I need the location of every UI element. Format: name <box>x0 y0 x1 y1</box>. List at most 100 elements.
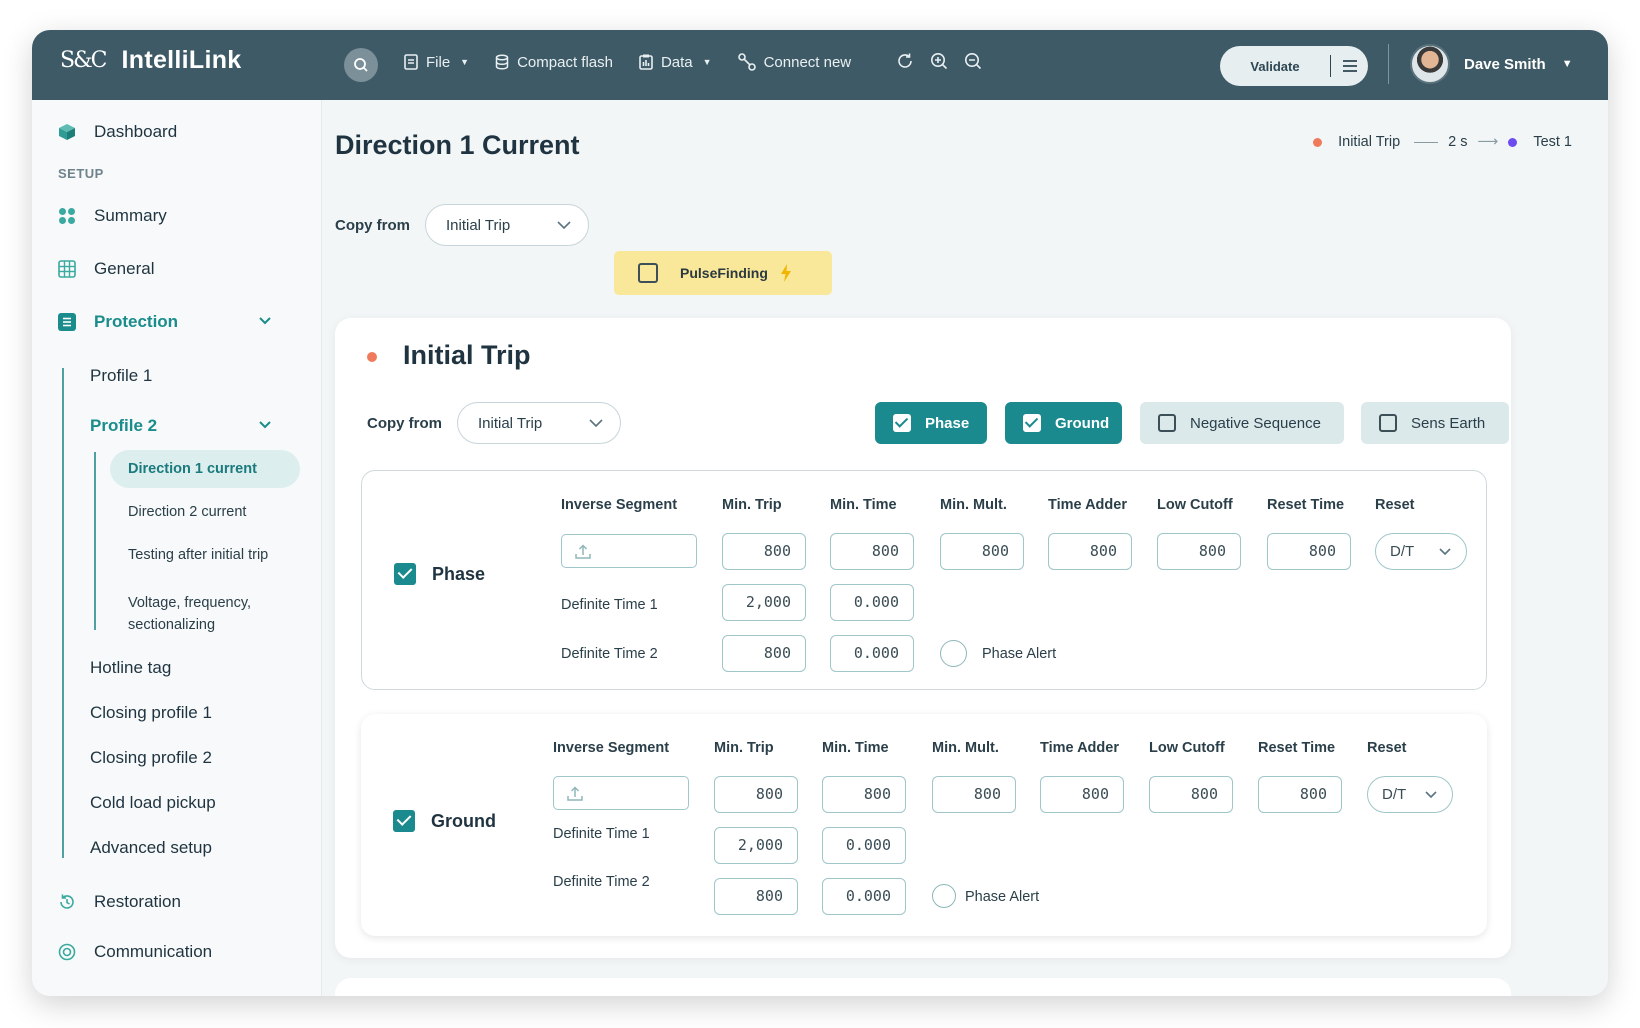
tree-line <box>62 368 64 858</box>
reset-time-input[interactable]: 800 <box>1267 533 1351 570</box>
phase-section[interactable]: Phase <box>394 563 485 585</box>
zoom-out-icon[interactable] <box>964 52 982 70</box>
sidebar-item-closing-profile-1[interactable]: Closing profile 1 <box>90 703 212 723</box>
toggle-phase-label: Phase <box>925 414 970 432</box>
low-cutoff-input[interactable]: 800 <box>1157 533 1241 570</box>
reset-time-input[interactable]: 800 <box>1258 776 1342 813</box>
reset-select[interactable]: D/T <box>1367 776 1453 813</box>
column-header: Min. Time <box>830 497 897 513</box>
search-button[interactable] <box>344 48 378 82</box>
sidebar-subitem-voltage-frequency[interactable]: Voltage, frequency, sectionalizing <box>128 592 251 636</box>
list-icon <box>58 313 76 331</box>
checkbox-checked[interactable] <box>393 810 415 832</box>
definite-time-2-time-input[interactable]: 0.000 <box>822 878 906 915</box>
min-time-input[interactable]: 800 <box>822 776 906 813</box>
arrow-right-icon: ⟶ <box>1477 134 1499 150</box>
sidebar-item-summary[interactable]: Summary <box>58 206 167 226</box>
sidebar-item-label: Communication <box>94 942 213 961</box>
toggle-negative-sequence[interactable]: Negative Sequence <box>1140 402 1344 444</box>
logo[interactable]: S&C IntelliLink <box>60 46 241 75</box>
ground-section[interactable]: Ground <box>393 810 496 832</box>
min-trip-input[interactable]: 800 <box>722 533 806 570</box>
sidebar-item-label: Dashboard <box>94 122 178 141</box>
menu-compact-flash-label: Compact flash <box>517 53 613 71</box>
low-cutoff-input[interactable]: 800 <box>1149 776 1233 813</box>
menu-data[interactable]: Data ▼ <box>639 54 712 71</box>
menu-icon[interactable] <box>1331 60 1368 72</box>
sidebar-subitem-label-line-1: Voltage, frequency, <box>128 595 252 611</box>
sidebar-item-general[interactable]: General <box>58 259 154 279</box>
min-trip-input[interactable]: 800 <box>714 776 798 813</box>
copy-from-select[interactable]: Initial Trip <box>425 204 589 246</box>
checkbox-checked <box>893 414 911 432</box>
zoom-in-icon[interactable] <box>930 52 948 70</box>
definite-time-1-label: Definite Time 1 <box>561 597 658 613</box>
sidebar-subitem-testing-after-initial-trip[interactable]: Testing after initial trip <box>128 547 268 563</box>
chevron-down-icon <box>1425 791 1437 799</box>
min-mult-input[interactable]: 800 <box>932 776 1016 813</box>
main-menu: File ▼ Compact flash Data ▼ Connect new <box>404 53 851 71</box>
sidebar-subitem-label-line-2: sectionalizing <box>128 617 216 633</box>
definite-time-1-trip-input[interactable]: 2,000 <box>714 827 798 864</box>
toggle-sens-earth[interactable]: Sens Earth <box>1361 402 1509 444</box>
toggle-phase[interactable]: Phase <box>875 402 987 444</box>
sidebar-item-profile-2[interactable]: Profile 2 <box>90 416 157 436</box>
menu-connect-new-label: Connect new <box>763 53 852 71</box>
definite-time-1-time-input[interactable]: 0.000 <box>822 827 906 864</box>
search-icon <box>354 58 368 72</box>
timeline-from: Initial Trip <box>1338 134 1401 150</box>
menu-file[interactable]: File ▼ <box>404 54 469 71</box>
sidebar-item-label: Hotline tag <box>90 658 172 677</box>
column-header: Inverse Segment <box>561 497 678 513</box>
sidebar-item-profile-1[interactable]: Profile 1 <box>90 366 152 386</box>
inverse-segment-upload[interactable] <box>561 534 697 568</box>
phase-alert-label: Phase Alert <box>965 889 1040 905</box>
toggle-ground[interactable]: Ground <box>1005 402 1122 444</box>
definite-time-2-label: Definite Time 2 <box>561 646 658 662</box>
data-icon <box>639 54 653 70</box>
checkbox-checked[interactable] <box>394 563 416 585</box>
sidebar-item-dashboard[interactable]: Dashboard <box>58 122 177 142</box>
sidebar-item-cold-load-pickup[interactable]: Cold load pickup <box>90 793 216 813</box>
pulsefinding-checkbox[interactable] <box>638 263 658 283</box>
definite-time-2-time-input[interactable]: 0.000 <box>830 635 914 672</box>
definite-time-1-trip-input[interactable]: 2,000 <box>722 584 806 621</box>
column-header: Reset Time <box>1267 497 1345 513</box>
sidebar-subitem-direction-1-current[interactable]: Direction 1 current <box>110 450 300 488</box>
time-adder-input[interactable]: 800 <box>1048 533 1132 570</box>
reset-select[interactable]: D/T <box>1375 533 1467 570</box>
definite-time-1-time-input[interactable]: 0.000 <box>830 584 914 621</box>
column-header: Reset <box>1375 497 1415 513</box>
menu-compact-flash[interactable]: Compact flash <box>495 54 613 71</box>
min-mult-input[interactable]: 800 <box>940 533 1024 570</box>
refresh-icon[interactable] <box>896 52 914 70</box>
phase-settings-panel: Phase Inverse Segment Min. Trip Min. Tim… <box>361 470 1487 690</box>
pulsefinding-toggle[interactable]: PulseFinding <box>614 251 832 295</box>
toggle-sens-earth-label: Sens Earth <box>1411 414 1486 432</box>
menu-connect-new[interactable]: Connect new <box>737 53 852 71</box>
time-adder-input[interactable]: 800 <box>1040 776 1124 813</box>
definite-time-2-trip-input[interactable]: 800 <box>722 635 806 672</box>
sidebar-item-hotline-tag[interactable]: Hotline tag <box>90 658 171 678</box>
validate-button[interactable]: Validate <box>1220 46 1368 86</box>
sidebar-item-communication[interactable]: Communication <box>58 942 212 962</box>
chevron-down-icon[interactable] <box>258 316 272 326</box>
menu-data-label: Data <box>660 53 693 71</box>
card-copy-from-select[interactable]: Initial Trip <box>457 402 621 444</box>
min-time-input[interactable]: 800 <box>830 533 914 570</box>
phase-alert-radio[interactable] <box>940 640 967 667</box>
user-menu[interactable]: Dave Smith ▼ <box>1410 44 1573 84</box>
caret-down-icon: ▼ <box>460 57 470 67</box>
sidebar-subitem-direction-2-current[interactable]: Direction 2 current <box>128 504 246 520</box>
communication-icon <box>58 943 76 961</box>
phase-alert-radio[interactable] <box>932 884 956 908</box>
sidebar-item-protection[interactable]: Protection <box>58 312 178 332</box>
sidebar-item-restoration[interactable]: Restoration <box>58 892 181 912</box>
definite-time-2-trip-input[interactable]: 800 <box>714 878 798 915</box>
inverse-segment-upload[interactable] <box>553 776 689 810</box>
sidebar-item-label: Protection <box>94 312 179 331</box>
chevron-down-icon[interactable] <box>258 420 272 430</box>
lightning-icon <box>780 264 791 282</box>
sidebar-item-advanced-setup[interactable]: Advanced setup <box>90 838 212 858</box>
sidebar-item-closing-profile-2[interactable]: Closing profile 2 <box>90 748 212 768</box>
